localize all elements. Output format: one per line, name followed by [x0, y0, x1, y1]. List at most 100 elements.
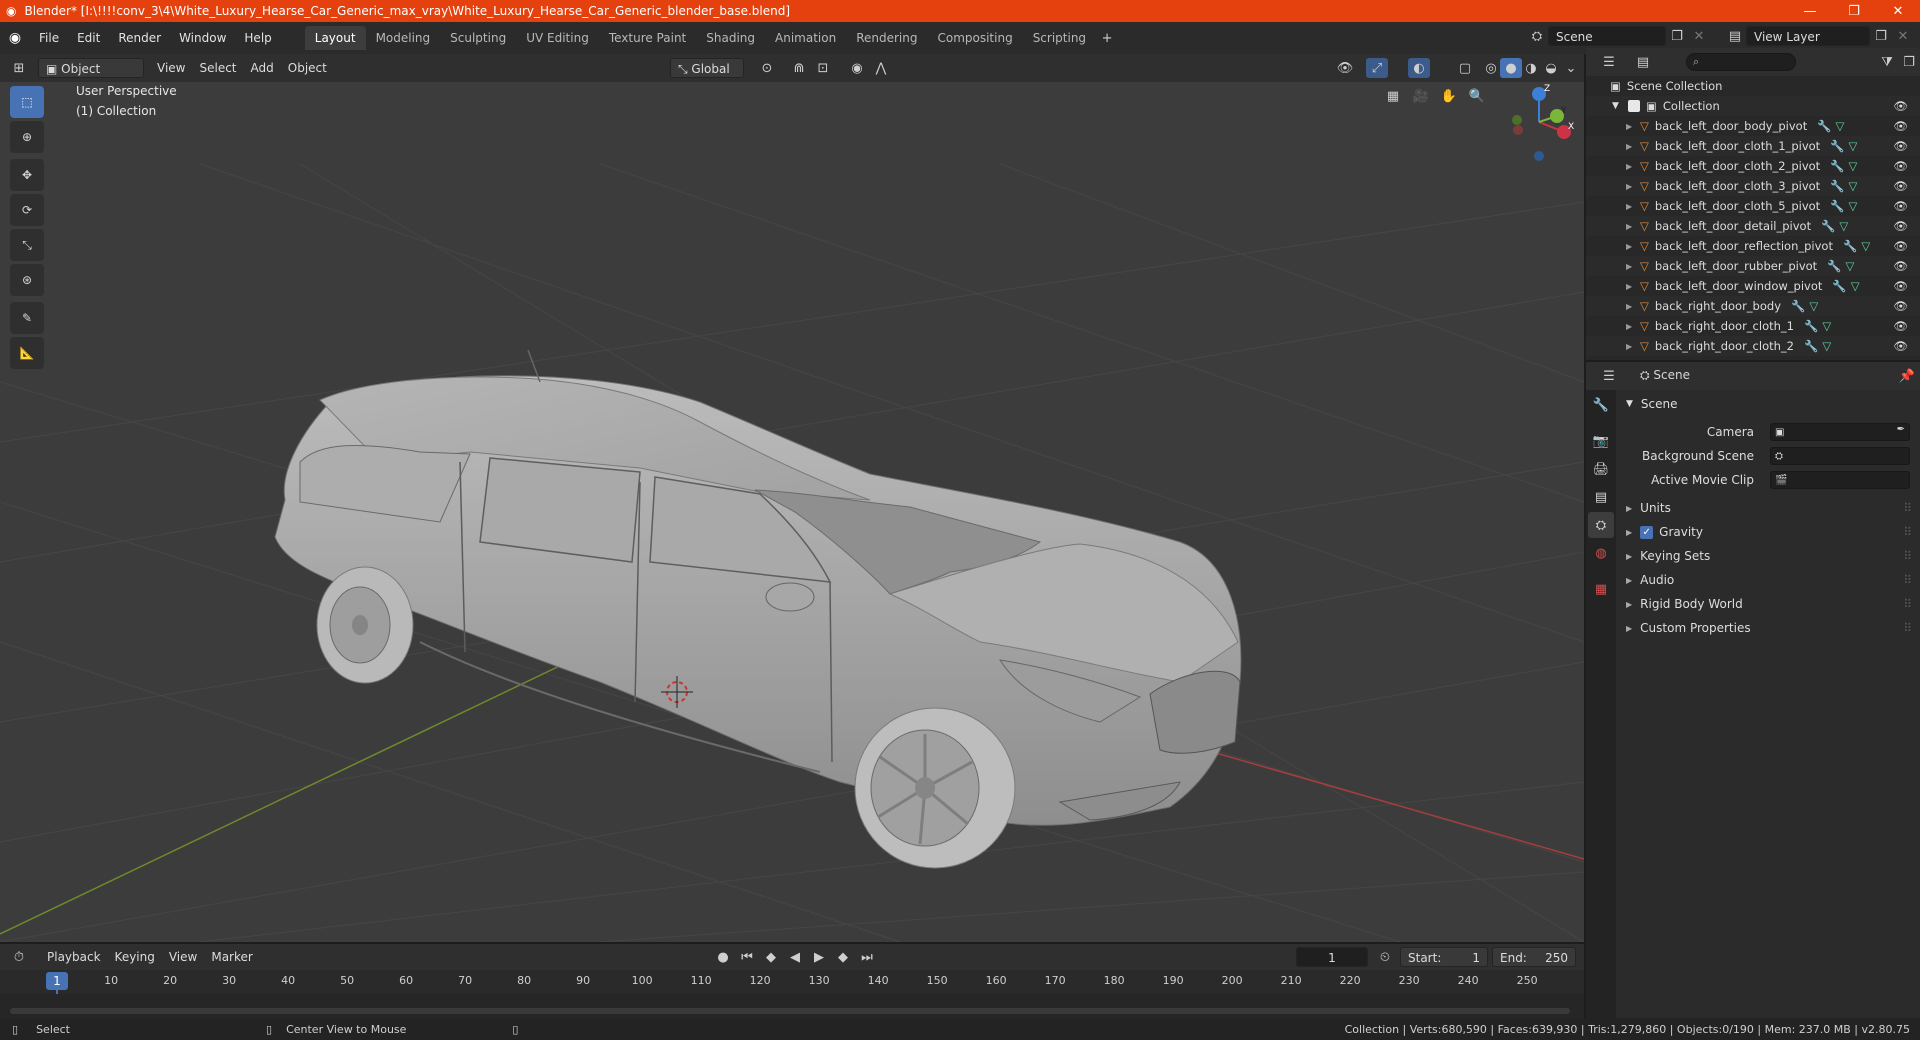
object-eye-icon[interactable]: 👁: [1893, 239, 1908, 253]
xray-toggle-icon[interactable]: ▢: [1454, 58, 1476, 78]
outliner-search-input[interactable]: ⌕: [1686, 53, 1796, 71]
mesh-data-icon[interactable]: ▽: [1849, 139, 1858, 153]
mesh-data-icon[interactable]: ▽: [1822, 339, 1831, 353]
mesh-data-icon[interactable]: ▽: [1809, 299, 1818, 313]
menu-file[interactable]: File: [30, 27, 68, 49]
collapse-arrow-icon[interactable]: ▼: [1612, 101, 1624, 111]
pivot-point-icon[interactable]: ⊙: [756, 58, 778, 78]
new-collection-icon[interactable]: ❐: [1898, 52, 1920, 72]
delete-view-layer-icon[interactable]: ✕: [1892, 26, 1914, 46]
rendered-shading-icon[interactable]: ◒: [1540, 58, 1562, 78]
mesh-data-icon[interactable]: ▽: [1839, 219, 1848, 233]
tab-view-layer[interactable]: ▤: [1588, 484, 1614, 510]
proportional-edit-icon[interactable]: ◉: [846, 58, 868, 78]
object-eye-icon[interactable]: 👁: [1893, 119, 1908, 133]
mesh-data-icon[interactable]: ▽: [1849, 199, 1858, 213]
outliner-object-row[interactable]: ▶ ▽ back_left_door_window_pivot 🔧 ▽ 👁: [1586, 276, 1920, 296]
outliner-object-row[interactable]: ▶ ▽ back_right_door_body 🔧 ▽ 👁: [1586, 296, 1920, 316]
scale-tool[interactable]: ⤡: [10, 229, 44, 261]
drag-handle-icon[interactable]: ⠿: [1903, 597, 1912, 611]
snap-icon[interactable]: ⋒: [788, 58, 810, 78]
drag-handle-icon[interactable]: ⠿: [1903, 501, 1912, 515]
expand-arrow-icon[interactable]: ▶: [1626, 142, 1638, 151]
expand-arrow-icon[interactable]: ▶: [1626, 222, 1638, 231]
jump-start-icon[interactable]: ⏮: [736, 947, 758, 967]
solid-shading-icon[interactable]: ●: [1500, 58, 1522, 78]
add-workspace-icon[interactable]: +: [1096, 28, 1118, 48]
outliner-object-row[interactable]: ▶ ▽ back_left_door_cloth_1_pivot 🔧 ▽ 👁: [1586, 136, 1920, 156]
cursor-tool[interactable]: ⊕: [10, 121, 44, 153]
material-shading-icon[interactable]: ◑: [1520, 58, 1542, 78]
view-layer-icon[interactable]: ▤: [1724, 26, 1746, 46]
minimize-button[interactable]: —: [1788, 0, 1832, 22]
scene-icon[interactable]: ⛭: [1526, 26, 1548, 46]
outliner-object-row[interactable]: ▶ ▽ back_left_door_body_pivot 🔧 ▽ 👁: [1586, 116, 1920, 136]
start-frame-field[interactable]: Start: 1: [1400, 947, 1488, 967]
tab-world[interactable]: ◍: [1588, 540, 1614, 566]
editor-type-icon[interactable]: ⊞: [8, 58, 30, 78]
menu-keying[interactable]: Keying: [108, 947, 162, 967]
delete-scene-icon[interactable]: ✕: [1688, 26, 1710, 46]
menu-object[interactable]: Object: [281, 58, 334, 78]
object-eye-icon[interactable]: 👁: [1893, 279, 1908, 293]
pin-icon[interactable]: 📌: [1896, 366, 1918, 386]
section-units[interactable]: ▶ Units ⠿: [1616, 496, 1920, 520]
new-view-layer-icon[interactable]: ❐: [1870, 26, 1892, 46]
section-keying-sets[interactable]: ▶ Keying Sets ⠿: [1616, 544, 1920, 568]
menu-edit[interactable]: Edit: [68, 27, 109, 49]
tab-animation[interactable]: Animation: [765, 26, 846, 50]
tab-texture[interactable]: ▦: [1588, 576, 1614, 602]
object-eye-icon[interactable]: 👁: [1893, 199, 1908, 213]
expand-arrow-icon[interactable]: ▶: [1626, 262, 1638, 271]
gizmo-toggle-icon[interactable]: ⤢: [1366, 58, 1388, 78]
new-scene-icon[interactable]: ❐: [1666, 26, 1688, 46]
object-eye-icon[interactable]: 👁: [1893, 259, 1908, 273]
modifier-wrench-icon[interactable]: 🔧: [1830, 159, 1844, 173]
mesh-data-icon[interactable]: ▽: [1861, 239, 1870, 253]
modifier-wrench-icon[interactable]: 🔧: [1843, 239, 1857, 253]
pan-hand-icon[interactable]: ✋: [1438, 86, 1460, 106]
expand-arrow-icon[interactable]: ▶: [1626, 282, 1638, 291]
prev-keyframe-icon[interactable]: ◆: [760, 947, 782, 967]
mesh-data-icon[interactable]: ▽: [1846, 259, 1855, 273]
filter-icon[interactable]: ⧩: [1876, 52, 1898, 72]
tab-sculpting[interactable]: Sculpting: [440, 26, 516, 50]
current-frame-field[interactable]: 1: [1296, 947, 1368, 967]
object-eye-icon[interactable]: 👁: [1893, 219, 1908, 233]
outliner-object-row[interactable]: ▶ ▽ back_right_door_cloth_1 🔧 ▽ 👁: [1586, 316, 1920, 336]
falloff-icon[interactable]: ⋀: [870, 58, 892, 78]
modifier-wrench-icon[interactable]: 🔧: [1832, 279, 1846, 293]
menu-window[interactable]: Window: [170, 27, 235, 49]
measure-tool[interactable]: 📐: [10, 337, 44, 369]
tab-scene[interactable]: ⛭: [1588, 512, 1614, 538]
menu-playback[interactable]: Playback: [40, 947, 108, 967]
menu-marker[interactable]: Marker: [204, 947, 259, 967]
modifier-wrench-icon[interactable]: 🔧: [1804, 319, 1818, 333]
tab-texture-paint[interactable]: Texture Paint: [599, 26, 696, 50]
playhead-frame[interactable]: 1: [46, 972, 68, 990]
tab-scripting[interactable]: Scripting: [1023, 26, 1096, 50]
outliner-editor-icon[interactable]: ☰: [1598, 52, 1620, 72]
record-icon[interactable]: ●: [712, 947, 734, 967]
maximize-button[interactable]: ❐: [1832, 0, 1876, 22]
drag-handle-icon[interactable]: ⠿: [1903, 573, 1912, 587]
modifier-wrench-icon[interactable]: 🔧: [1791, 299, 1805, 313]
menu-view[interactable]: View: [150, 58, 192, 78]
outliner-object-row[interactable]: ▶ ▽ back_left_door_reflection_pivot 🔧 ▽ 👁: [1586, 236, 1920, 256]
select-box-tool[interactable]: ⬚: [10, 86, 44, 118]
annotate-tool[interactable]: ✎: [10, 302, 44, 334]
mesh-data-icon[interactable]: ▽: [1836, 119, 1845, 133]
expand-arrow-icon[interactable]: ▶: [1626, 122, 1638, 131]
gravity-checkbox[interactable]: ✓: [1640, 525, 1654, 539]
scene-collection-row[interactable]: ▣ Scene Collection: [1586, 76, 1920, 96]
tab-modeling[interactable]: Modeling: [366, 26, 441, 50]
timeline-editor-icon[interactable]: ⏱: [8, 947, 30, 967]
menu-add[interactable]: Add: [244, 58, 281, 78]
menu-render[interactable]: Render: [109, 27, 170, 49]
overlays-toggle-icon[interactable]: ◐: [1408, 58, 1430, 78]
play-icon[interactable]: ▶: [808, 947, 830, 967]
tab-layout[interactable]: Layout: [304, 26, 366, 50]
active-movie-clip-field[interactable]: 🎬: [1770, 471, 1910, 489]
camera-view-icon[interactable]: 🎥: [1410, 86, 1432, 106]
snap-target-icon[interactable]: ⊡: [812, 58, 834, 78]
